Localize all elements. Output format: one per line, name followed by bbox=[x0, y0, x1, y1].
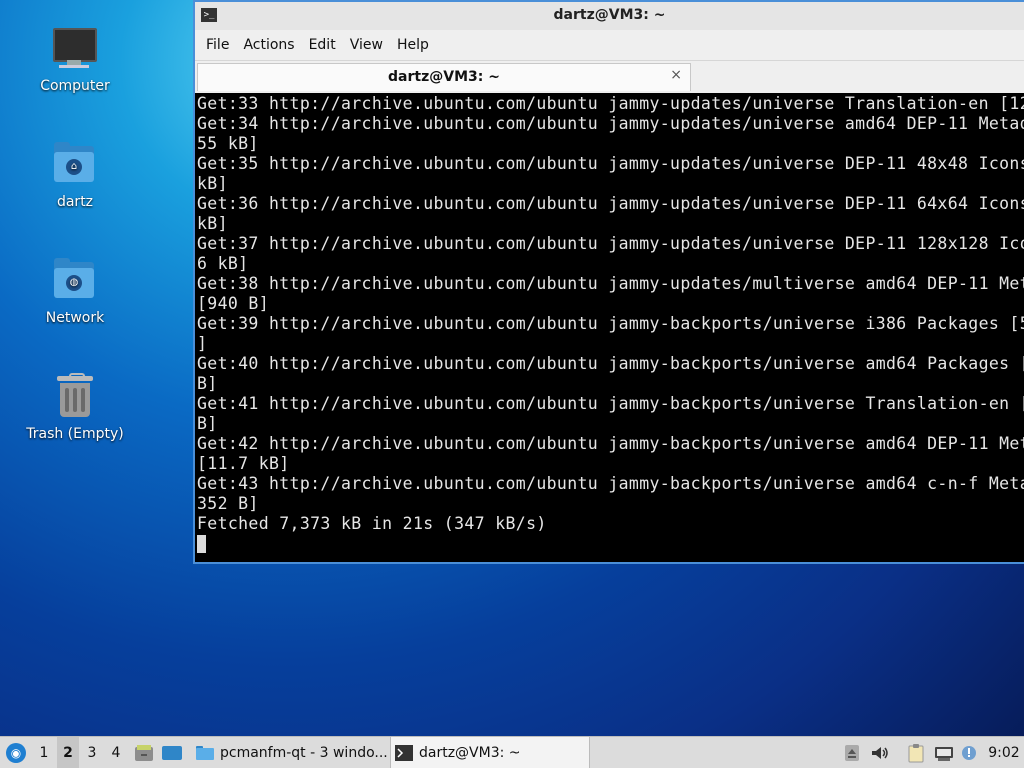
update-notifier-icon bbox=[962, 745, 976, 760]
desktop-icon-label: Network bbox=[45, 310, 105, 326]
terminal-line: Get:40 http://archive.ubuntu.com/ubuntu … bbox=[197, 354, 1024, 373]
tray-eject[interactable] bbox=[840, 737, 864, 768]
task-label: pcmanfm-qt - 3 windo... bbox=[220, 744, 388, 761]
terminal-line: Get:33 http://archive.ubuntu.com/ubuntu … bbox=[197, 94, 1024, 113]
terminal-line: [940 B] bbox=[197, 294, 269, 313]
tab-label: dartz@VM3: ~ bbox=[388, 69, 500, 85]
tray-clipboard[interactable] bbox=[904, 737, 928, 768]
close-icon[interactable]: × bbox=[670, 67, 682, 83]
network-folder-icon: ◍ bbox=[51, 256, 99, 304]
menu-bar: File Actions Edit View Help bbox=[195, 30, 1024, 61]
text-cursor bbox=[197, 535, 206, 553]
folder-icon bbox=[196, 745, 214, 760]
desktop-icon-home[interactable]: ⌂ dartz bbox=[20, 140, 130, 210]
terminal-line: B] bbox=[197, 414, 218, 433]
tab-bar: dartz@VM3: ~ × bbox=[195, 61, 1024, 93]
desktop-switch-3[interactable]: 3 bbox=[81, 737, 103, 768]
desktop-switch-2[interactable]: 2 bbox=[57, 737, 79, 768]
terminal-line: B] bbox=[197, 374, 218, 393]
terminal-icon bbox=[395, 744, 413, 761]
taskbar-task-pcmanfm[interactable]: pcmanfm-qt - 3 windo... bbox=[192, 737, 390, 768]
terminal-line: Get:39 http://archive.ubuntu.com/ubuntu … bbox=[197, 314, 1024, 333]
desktop-icon-network[interactable]: ◍ Network bbox=[20, 256, 130, 326]
terminal-line: 352 B] bbox=[197, 494, 259, 513]
menu-file[interactable]: File bbox=[199, 37, 236, 53]
terminal-line: Get:34 http://archive.ubuntu.com/ubuntu … bbox=[197, 114, 1024, 133]
tray-network[interactable] bbox=[932, 737, 956, 768]
terminal-line: [11.7 kB] bbox=[197, 454, 290, 473]
computer-icon bbox=[51, 24, 99, 72]
desktop-switch-1[interactable]: 1 bbox=[33, 737, 55, 768]
tray-volume[interactable] bbox=[868, 737, 892, 768]
terminal-line: Get:38 http://archive.ubuntu.com/ubuntu … bbox=[197, 274, 1024, 293]
file-cabinet-icon bbox=[135, 744, 153, 761]
title-bar[interactable]: >_ dartz@VM3: ~ bbox=[195, 2, 1024, 30]
clipboard-icon bbox=[908, 743, 924, 762]
desktop-switch-4[interactable]: 4 bbox=[105, 737, 127, 768]
terminal-line: kB] bbox=[197, 214, 228, 233]
lubuntu-logo-icon: ◉ bbox=[6, 742, 26, 763]
clock[interactable]: 9:02 bbox=[984, 737, 1024, 768]
terminal-line: Fetched 7,373 kB in 21s (347 kB/s) bbox=[197, 514, 547, 533]
terminal-prompt-line bbox=[197, 534, 1024, 558]
show-desktop-button[interactable] bbox=[160, 737, 184, 768]
terminal-line: 6 kB] bbox=[197, 254, 249, 273]
desktop-icon bbox=[162, 745, 182, 760]
terminal-line: ] bbox=[197, 334, 208, 353]
task-label: dartz@VM3: ~ bbox=[419, 744, 521, 761]
network-icon bbox=[935, 746, 953, 761]
menu-help[interactable]: Help bbox=[390, 37, 436, 53]
terminal-output[interactable]: Get:33 http://archive.ubuntu.com/ubuntu … bbox=[195, 94, 1024, 562]
home-folder-icon: ⌂ bbox=[51, 140, 99, 188]
desktop-icon-computer[interactable]: Computer bbox=[20, 24, 130, 94]
terminal-line: Get:43 http://archive.ubuntu.com/ubuntu … bbox=[197, 474, 1024, 493]
terminal-line: Get:35 http://archive.ubuntu.com/ubuntu … bbox=[197, 154, 1024, 173]
file-manager-launcher[interactable] bbox=[132, 737, 156, 768]
terminal-line: Get:41 http://archive.ubuntu.com/ubuntu … bbox=[197, 394, 1024, 413]
desktop-icon-trash[interactable]: Trash (Empty) bbox=[20, 372, 130, 442]
terminal-window[interactable]: >_ dartz@VM3: ~ File Actions Edit View H… bbox=[193, 0, 1024, 564]
menu-edit[interactable]: Edit bbox=[302, 37, 343, 53]
menu-actions[interactable]: Actions bbox=[236, 37, 301, 53]
menu-view[interactable]: View bbox=[343, 37, 390, 53]
trash-icon bbox=[51, 372, 99, 420]
taskbar: ◉ 1 2 3 4 pcmanfm-qt - 3 windo... dartz@… bbox=[0, 736, 1024, 768]
tray-updates[interactable] bbox=[958, 737, 982, 768]
tab-terminal[interactable]: dartz@VM3: ~ × bbox=[197, 63, 691, 91]
desktop-icon-label: Computer bbox=[40, 78, 110, 94]
terminal-line: 55 kB] bbox=[197, 134, 259, 153]
start-menu-button[interactable]: ◉ bbox=[2, 737, 30, 768]
window-title: dartz@VM3: ~ bbox=[553, 7, 666, 23]
terminal-line: Get:42 http://archive.ubuntu.com/ubuntu … bbox=[197, 434, 1024, 453]
eject-icon bbox=[845, 744, 859, 761]
desktop-icon-label: Trash (Empty) bbox=[26, 426, 124, 442]
volume-icon bbox=[872, 746, 888, 759]
desktop-icon-label: dartz bbox=[56, 194, 94, 210]
terminal-line: kB] bbox=[197, 174, 228, 193]
terminal-line: Get:37 http://archive.ubuntu.com/ubuntu … bbox=[197, 234, 1024, 253]
taskbar-task-terminal[interactable]: dartz@VM3: ~ bbox=[390, 737, 590, 768]
terminal-line: Get:36 http://archive.ubuntu.com/ubuntu … bbox=[197, 194, 1024, 213]
